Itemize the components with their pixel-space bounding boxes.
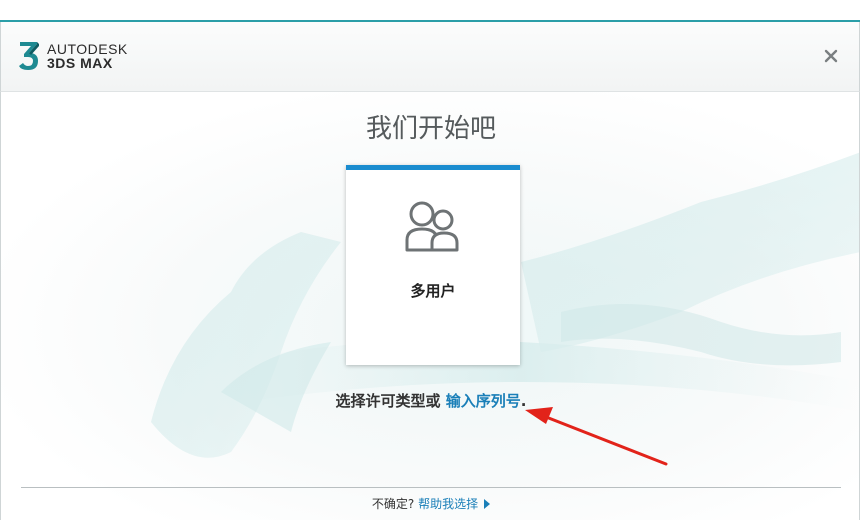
prompt-period: . (520, 392, 527, 410)
enter-serial-number-link[interactable]: 输入序列号 (446, 392, 521, 410)
installer-window: AUTODESK 3DS MAX 我们开始吧 多用户 选择许可类型或 输入序列号… (0, 0, 860, 520)
product-name: 3DS MAX (47, 55, 113, 71)
header-bar: AUTODESK 3DS MAX (0, 22, 860, 92)
multi-user-license-card[interactable]: 多用户 (346, 165, 520, 365)
help-me-choose-link[interactable]: 帮助我选择 (418, 497, 478, 511)
brand-name: AUTODESK (47, 41, 128, 57)
page-title: 我们开始吧 (365, 114, 496, 144)
footer: 不确定? 帮助我选择 (1, 495, 859, 512)
multi-user-icon (405, 201, 459, 252)
close-icon[interactable] (823, 48, 839, 64)
main-panel: 我们开始吧 多用户 选择许可类型或 输入序列号. 不确定? 帮助我选择 (0, 92, 860, 520)
3ds-max-logo-icon (19, 42, 39, 70)
footer-question: 不确定? (371, 497, 415, 511)
play-triangle-icon[interactable] (484, 499, 491, 509)
window-top-strip (0, 0, 860, 20)
card-label: 多用户 (410, 282, 456, 300)
license-prompt: 选择许可类型或 输入序列号. (1, 390, 859, 411)
brand-logo: AUTODESK 3DS MAX (17, 40, 128, 72)
footer-divider (21, 487, 841, 488)
prompt-text: 选择许可类型或 (335, 392, 441, 410)
